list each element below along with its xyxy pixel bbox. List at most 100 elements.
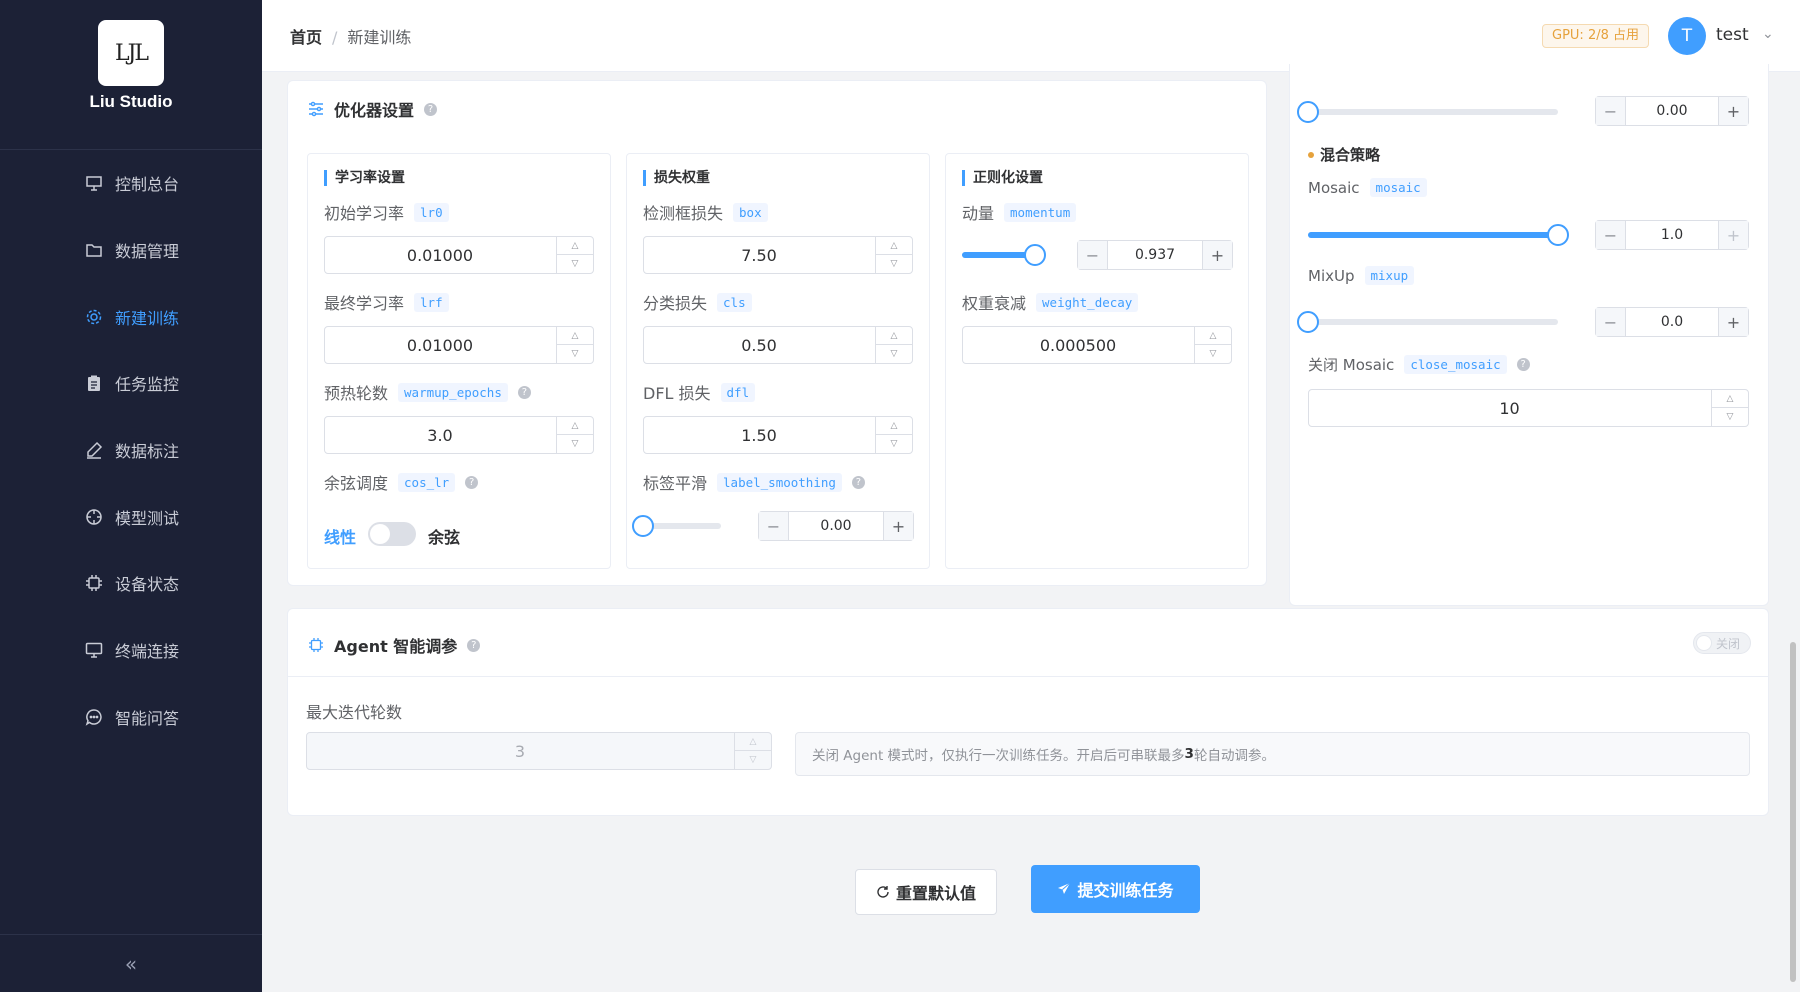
- plus-button[interactable]: +: [1718, 221, 1748, 249]
- lr0-value[interactable]: 0.01000: [325, 237, 555, 273]
- augment-top-stepper[interactable]: −0.00 +: [1595, 96, 1749, 126]
- cls-value[interactable]: 0.50: [644, 327, 874, 363]
- augment-top-value[interactable]: 0.00: [1626, 97, 1718, 125]
- optimizer-settings-card: 优化器设置 ? 学习率设置 初始学习率 lr0 0.01000 △ ▽ 最终学习率 lr…: [287, 80, 1267, 586]
- weight-decay-value[interactable]: 0.000500: [963, 327, 1193, 363]
- breadcrumb-home[interactable]: 首页: [290, 28, 322, 47]
- increase-button[interactable]: △: [557, 417, 593, 435]
- max-iter-value[interactable]: 3: [307, 733, 733, 769]
- decrease-button[interactable]: ▽: [1712, 408, 1748, 426]
- mixup-slider[interactable]: [1297, 311, 1558, 333]
- cos-lr-switch[interactable]: [368, 522, 416, 546]
- sidebar-item-device-status[interactable]: 设备状态: [0, 550, 262, 617]
- decrease-button[interactable]: ▽: [557, 435, 593, 453]
- label-smoothing-stepper[interactable]: −0.00 +: [758, 511, 914, 541]
- minus-button[interactable]: −: [1596, 221, 1626, 249]
- sidebar-item-annotation[interactable]: 数据标注: [0, 417, 262, 484]
- minus-button[interactable]: −: [759, 512, 789, 540]
- help-icon[interactable]: ?: [465, 475, 479, 489]
- mosaic-stepper[interactable]: −1.0 +: [1595, 220, 1749, 250]
- mixup-stepper[interactable]: −0.0 +: [1595, 307, 1749, 337]
- avatar[interactable]: T: [1668, 17, 1706, 55]
- chevron-down-icon[interactable]: ⌄: [1762, 26, 1774, 42]
- dfl-value[interactable]: 1.50: [644, 417, 874, 453]
- help-icon[interactable]: ?: [517, 385, 531, 399]
- augment-top-slider[interactable]: [1297, 101, 1558, 123]
- cos-lr-off-label[interactable]: 线性: [324, 524, 356, 548]
- scrollbar-thumb[interactable]: [1790, 642, 1796, 982]
- dfl-input[interactable]: 1.50 △ ▽: [643, 416, 913, 454]
- sidebar-item-data[interactable]: 数据管理: [0, 217, 262, 284]
- box-input[interactable]: 7.50 △ ▽: [643, 236, 913, 274]
- slider-handle[interactable]: [1547, 224, 1569, 246]
- close-mosaic-value[interactable]: 10: [1309, 390, 1710, 426]
- warmup-input[interactable]: 3.0 △ ▽: [324, 416, 594, 454]
- mixup-label-text: MixUp: [1308, 266, 1355, 285]
- sidebar-item-qa[interactable]: 智能问答: [0, 684, 262, 751]
- increase-button[interactable]: △: [876, 417, 912, 435]
- plus-button[interactable]: +: [1718, 97, 1748, 125]
- agent-switch[interactable]: 关闭: [1693, 632, 1751, 654]
- decrease-button[interactable]: ▽: [876, 255, 912, 273]
- reset-defaults-button[interactable]: 重置默认值: [855, 869, 997, 915]
- increase-button[interactable]: △: [876, 327, 912, 345]
- plus-button[interactable]: +: [883, 512, 913, 540]
- momentum-slider[interactable]: [962, 244, 1047, 266]
- increase-button[interactable]: △: [876, 237, 912, 255]
- mosaic-label-text: Mosaic: [1308, 178, 1360, 197]
- minus-button[interactable]: −: [1596, 97, 1626, 125]
- cls-input[interactable]: 0.50 △ ▽: [643, 326, 913, 364]
- minus-button[interactable]: −: [1078, 241, 1108, 269]
- slider-handle[interactable]: [1024, 244, 1047, 266]
- help-icon[interactable]: ?: [1516, 358, 1530, 371]
- submit-training-button[interactable]: 提交训练任务: [1031, 865, 1200, 913]
- plus-button[interactable]: +: [1718, 308, 1748, 336]
- mosaic-value[interactable]: 1.0: [1626, 221, 1718, 249]
- user-name[interactable]: test: [1716, 25, 1749, 45]
- increase-button[interactable]: △: [557, 327, 593, 345]
- momentum-value[interactable]: 0.937: [1108, 241, 1202, 269]
- momentum-stepper[interactable]: −0.937 +: [1077, 240, 1233, 270]
- lrf-input[interactable]: 0.01000 △ ▽: [324, 326, 594, 364]
- sidebar-item-dashboard[interactable]: 控制总台: [0, 150, 262, 217]
- scrollbar[interactable]: [1786, 72, 1800, 992]
- help-icon[interactable]: ?: [424, 102, 438, 116]
- help-icon[interactable]: ?: [851, 475, 865, 489]
- warmup-value[interactable]: 3.0: [325, 417, 555, 453]
- cos-lr-label-text: 余弦调度: [324, 474, 389, 493]
- decrease-button[interactable]: ▽: [1195, 345, 1231, 363]
- increase-button[interactable]: △: [1712, 390, 1748, 408]
- increase-button[interactable]: △: [735, 733, 771, 751]
- label-smoothing-value[interactable]: 0.00: [789, 512, 883, 540]
- mixup-value[interactable]: 0.0: [1626, 308, 1718, 336]
- plus-button[interactable]: +: [1202, 241, 1232, 269]
- slider-handle[interactable]: [1297, 311, 1319, 333]
- slider-handle[interactable]: [632, 515, 654, 537]
- lr0-input[interactable]: 0.01000 △ ▽: [324, 236, 594, 274]
- collapse-sidebar-button[interactable]: «: [0, 934, 262, 992]
- lrf-value[interactable]: 0.01000: [325, 327, 555, 363]
- decrease-button[interactable]: ▽: [557, 255, 593, 273]
- sidebar-item-label: 终端连接: [115, 642, 180, 662]
- label-smoothing-slider[interactable]: [632, 515, 721, 537]
- weight-decay-input[interactable]: 0.000500 △ ▽: [962, 326, 1232, 364]
- mosaic-slider[interactable]: [1308, 224, 1569, 246]
- decrease-button[interactable]: ▽: [876, 345, 912, 363]
- slider-handle[interactable]: [1297, 101, 1319, 123]
- box-value[interactable]: 7.50: [644, 237, 874, 273]
- max-iter-input[interactable]: 3 △ ▽: [306, 732, 772, 770]
- cos-lr-on-label[interactable]: 余弦: [428, 524, 460, 548]
- increase-button[interactable]: △: [557, 237, 593, 255]
- increase-button[interactable]: △: [1195, 327, 1231, 345]
- sidebar-item-new-training[interactable]: 新建训练: [0, 283, 262, 350]
- help-icon[interactable]: ?: [467, 638, 481, 652]
- sidebar-item-model-test[interactable]: 模型测试: [0, 483, 262, 550]
- decrease-button[interactable]: ▽: [876, 435, 912, 453]
- clipboard-icon: [84, 373, 104, 393]
- sidebar-item-terminal[interactable]: 终端连接: [0, 617, 262, 684]
- decrease-button[interactable]: ▽: [557, 345, 593, 363]
- close-mosaic-input[interactable]: 10 △ ▽: [1308, 389, 1749, 427]
- decrease-button[interactable]: ▽: [735, 751, 771, 769]
- minus-button[interactable]: −: [1596, 308, 1626, 336]
- sidebar-item-task-monitor[interactable]: 任务监控: [0, 350, 262, 417]
